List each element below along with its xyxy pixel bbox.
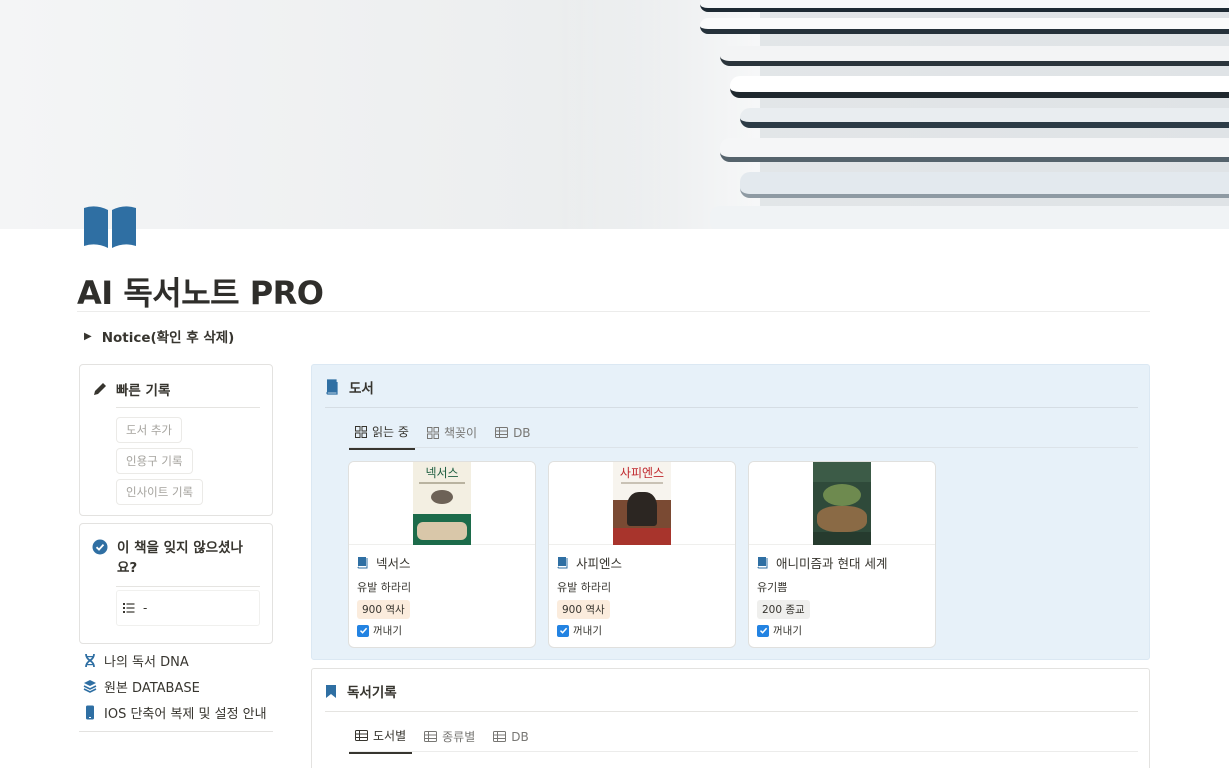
take-out-checkbox[interactable]: 꺼내기 bbox=[557, 623, 602, 638]
tab-db[interactable]: DB bbox=[489, 423, 536, 450]
notes-panel-title: 독서기록 bbox=[347, 685, 397, 701]
tab-label: 도서별 bbox=[373, 729, 407, 743]
divider bbox=[349, 447, 1138, 448]
check-circle-icon bbox=[92, 539, 108, 559]
link-label: IOS 단축어 복제 및 설정 안내 bbox=[104, 707, 267, 722]
dna-icon bbox=[85, 653, 95, 668]
take-out-checkbox[interactable]: 꺼내기 bbox=[357, 623, 402, 638]
tab-label: 종류별 bbox=[442, 730, 476, 744]
book-title-row: 애니미즘과 현대 세계 bbox=[757, 553, 887, 572]
take-out-checkbox[interactable]: 꺼내기 bbox=[757, 623, 802, 638]
divider bbox=[325, 711, 1138, 712]
books-tabs: 읽는 중 책꽂이 DB bbox=[349, 423, 537, 450]
gallery-icon bbox=[426, 426, 439, 439]
books-panel-header: 도서 bbox=[325, 377, 374, 397]
divider bbox=[349, 751, 1138, 752]
reminder-card: 이 책을 잊지 않으셨나요? - bbox=[79, 523, 273, 644]
checkbox-checked-icon[interactable] bbox=[557, 624, 569, 637]
book-cover-image bbox=[813, 462, 871, 545]
quick-record-header: 빠른 기록 bbox=[92, 379, 170, 399]
table-icon bbox=[495, 427, 509, 438]
open-book-icon[interactable] bbox=[82, 204, 138, 252]
notice-toggle[interactable]: ▶ Notice(확인 후 삭제) bbox=[84, 326, 234, 346]
genre-tag: 900 역사 bbox=[557, 600, 610, 619]
tab-label: 읽는 중 bbox=[372, 425, 409, 439]
checkbox-label: 꺼내기 bbox=[373, 625, 402, 637]
list-icon bbox=[123, 603, 135, 613]
book-title-row: 사피엔스 bbox=[557, 553, 622, 572]
link-original-database[interactable]: 원본 DATABASE bbox=[83, 677, 200, 696]
book-icon bbox=[557, 557, 568, 569]
table-icon bbox=[493, 731, 507, 742]
genre-tag: 200 종교 bbox=[757, 600, 810, 619]
reading-notes-panel: 독서기록 도서별 종류별 DB bbox=[311, 668, 1150, 768]
book-icon bbox=[326, 379, 338, 395]
tab-by-type[interactable]: 종류별 bbox=[418, 727, 481, 754]
tab-label: DB bbox=[511, 729, 529, 744]
divider bbox=[79, 731, 273, 732]
book-icon bbox=[357, 557, 368, 569]
book-card-animism[interactable]: 애니미즘과 현대 세계 유기쁨 200 종교 꺼내기 bbox=[748, 461, 936, 648]
checkbox-label: 꺼내기 bbox=[773, 625, 802, 637]
add-insight-button[interactable]: 인사이트 기록 bbox=[116, 479, 204, 505]
phone-icon bbox=[86, 705, 94, 720]
divider bbox=[325, 407, 1138, 408]
book-author: 유기쁨 bbox=[757, 581, 788, 594]
link-reading-dna[interactable]: 나의 독서 DNA bbox=[83, 651, 189, 670]
books-panel: 도서 읽는 중 책꽂이 DB 넥서스 넥서스 유발 하라리 900 역사 꺼내기… bbox=[311, 364, 1150, 660]
book-author: 유발 하라리 bbox=[357, 581, 412, 594]
checkbox-label: 꺼내기 bbox=[573, 625, 602, 637]
book-cover-area: 사피엔스 bbox=[549, 462, 735, 545]
book-title-row: 넥서스 bbox=[357, 553, 411, 572]
divider bbox=[116, 407, 260, 408]
tab-db[interactable]: DB bbox=[487, 727, 534, 754]
quick-record-title: 빠른 기록 bbox=[116, 383, 171, 399]
tab-bookshelf[interactable]: 책꽂이 bbox=[421, 423, 483, 450]
tab-label: 책꽂이 bbox=[443, 426, 478, 440]
layers-icon bbox=[83, 680, 97, 693]
book-cover-area: 넥서스 bbox=[349, 462, 535, 545]
page-cover bbox=[0, 0, 1229, 229]
divider bbox=[77, 311, 1150, 312]
gallery-icon bbox=[355, 425, 367, 438]
triangle-right-icon[interactable]: ▶ bbox=[84, 331, 92, 342]
books-panel-title: 도서 bbox=[349, 381, 374, 397]
reminder-list-item[interactable]: - bbox=[116, 590, 260, 626]
add-book-button[interactable]: 도서 추가 bbox=[116, 417, 182, 443]
book-card-nexus[interactable]: 넥서스 넥서스 유발 하라리 900 역사 꺼내기 bbox=[348, 461, 536, 648]
book-cover-image: 사피엔스 bbox=[613, 462, 671, 545]
book-title: 애니미즘과 현대 세계 bbox=[776, 556, 888, 571]
tab-by-book[interactable]: 도서별 bbox=[349, 727, 413, 754]
notes-panel-header: 독서기록 bbox=[325, 681, 397, 701]
checkbox-checked-icon[interactable] bbox=[757, 624, 769, 637]
book-author: 유발 하라리 bbox=[557, 581, 612, 594]
tab-label: DB bbox=[513, 425, 531, 440]
reminder-title: 이 책을 잊지 않으셨나요? bbox=[117, 540, 243, 576]
genre-tag: 900 역사 bbox=[357, 600, 410, 619]
table-icon bbox=[355, 730, 368, 741]
tab-reading[interactable]: 읽는 중 bbox=[349, 423, 415, 450]
book-cover-area bbox=[749, 462, 935, 545]
book-title: 넥서스 bbox=[376, 556, 411, 571]
checkbox-checked-icon[interactable] bbox=[357, 624, 369, 637]
link-label: 나의 독서 DNA bbox=[104, 655, 189, 670]
reminder-item-text: - bbox=[143, 601, 148, 615]
bookmark-icon bbox=[326, 684, 336, 698]
quick-record-card: 빠른 기록 도서 추가 인용구 기록 인사이트 기록 bbox=[79, 364, 273, 516]
page-title: AI 독서노트 PRO bbox=[77, 274, 324, 312]
book-cover-image: 넥서스 bbox=[413, 462, 471, 545]
link-ios-shortcut[interactable]: IOS 단축어 복제 및 설정 안내 bbox=[83, 703, 267, 722]
pencil-icon bbox=[94, 383, 106, 395]
book-card-sapiens[interactable]: 사피엔스 사피엔스 유발 하라리 900 역사 꺼내기 bbox=[548, 461, 736, 648]
link-label: 원본 DATABASE bbox=[104, 681, 200, 696]
book-icon bbox=[757, 557, 768, 569]
notes-tabs: 도서별 종류별 DB bbox=[349, 727, 535, 754]
divider bbox=[116, 586, 260, 587]
table-icon bbox=[424, 731, 438, 742]
notice-label: Notice(확인 후 삭제) bbox=[101, 330, 235, 346]
add-quote-button[interactable]: 인용구 기록 bbox=[116, 448, 193, 474]
book-title: 사피엔스 bbox=[576, 556, 623, 571]
